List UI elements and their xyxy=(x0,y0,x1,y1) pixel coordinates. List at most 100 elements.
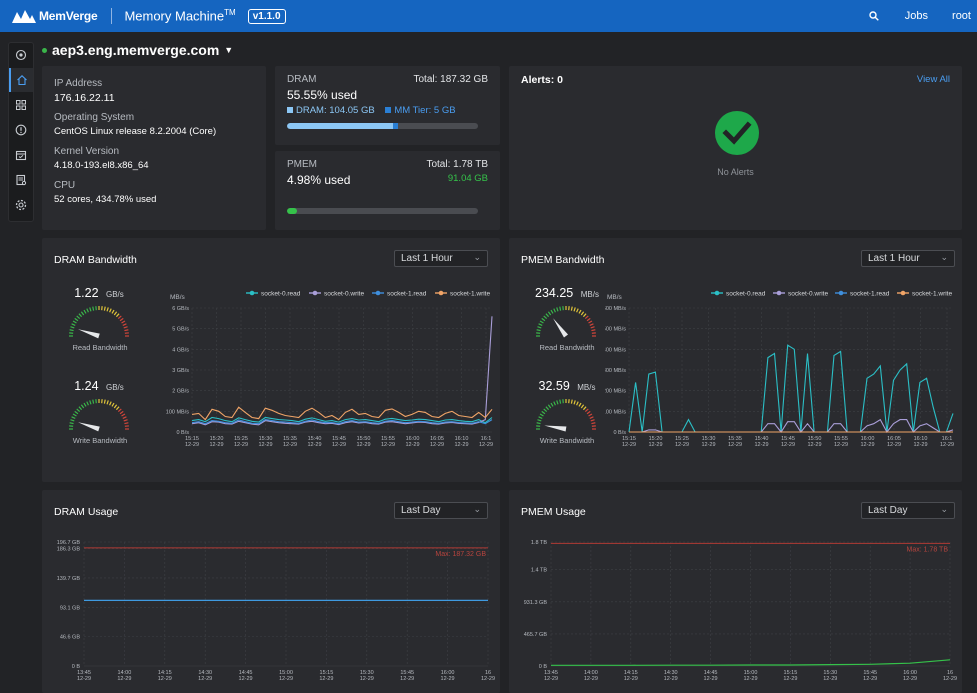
x-tick-date: 12-29 xyxy=(544,676,558,682)
gauge-tick xyxy=(74,317,79,322)
dram-legend: DRAM: 104.05 GB MM Tier: 5 GB xyxy=(287,105,456,116)
x-tick-date: 12-29 xyxy=(234,442,248,448)
x-tick-date: 12-29 xyxy=(441,676,455,682)
jobs-link[interactable]: Jobs xyxy=(905,10,928,22)
gauge-tick xyxy=(122,323,127,326)
gauge-tick xyxy=(536,422,541,425)
x-tick-date: 12-29 xyxy=(648,442,662,448)
gauge-tick xyxy=(545,406,550,411)
x-tick-date: 12-29 xyxy=(332,442,346,448)
gauge-tick xyxy=(70,326,75,329)
calendar-icon[interactable] xyxy=(9,143,33,167)
host-status-dot xyxy=(42,47,47,53)
dram-read-value: 1.22 xyxy=(74,286,99,300)
legend-marker xyxy=(714,290,720,296)
pmem-bandwidth-title: PMEM Bandwidth xyxy=(521,254,605,266)
dram-bandwidth-range-select[interactable]: Last 1 Hour ⌄ xyxy=(394,250,488,267)
gauge-tick xyxy=(590,326,595,329)
x-tick-date: 12-29 xyxy=(624,676,638,682)
dram-usage-card: DRAM Usage Last Day ⌄ 0 B 46.6 GB 93.1 GB 13… xyxy=(42,490,500,693)
gauge-tick xyxy=(576,308,579,313)
gauge-tick xyxy=(584,315,589,320)
gauge-tick xyxy=(78,313,83,318)
x-tick-date: 12-29 xyxy=(704,676,718,682)
y-tick-label: 300 MB/s xyxy=(605,368,626,374)
pmem-usage-card: PMEM Usage Last Day ⌄ 0 B 465.7 GB 931.3 GB… xyxy=(509,490,962,693)
legend-label: socket-1.write xyxy=(450,291,490,298)
user-menu[interactable]: root xyxy=(952,10,971,22)
gauge-tick xyxy=(538,416,543,419)
x-tick-date: 12-29 xyxy=(823,676,837,682)
x-tick-date: 12-29 xyxy=(664,676,678,682)
x-tick-date: 12-29 xyxy=(834,442,848,448)
report-icon[interactable] xyxy=(9,168,33,192)
chevron-down-icon: ⌄ xyxy=(940,252,948,262)
gauge-needle xyxy=(553,318,569,338)
gauge-tick xyxy=(121,413,126,417)
x-tick-date: 12-29 xyxy=(400,676,414,682)
view-all-link[interactable]: View All xyxy=(917,74,950,85)
x-tick-date: 12-29 xyxy=(405,442,419,448)
gauge-tick xyxy=(550,309,554,314)
legend-marker xyxy=(900,290,906,296)
dram-legend-swatch xyxy=(287,107,293,114)
y-tick-label: 100 MB/s xyxy=(605,409,626,415)
x-tick-date: 12-29 xyxy=(913,442,927,448)
gauge-tick xyxy=(580,311,585,316)
gauge-tick xyxy=(83,309,87,314)
x-tick-date: 12-29 xyxy=(454,442,468,448)
gauge-tick xyxy=(106,400,109,405)
legend-label: socket-0.read xyxy=(261,291,301,298)
x-tick-date: 12-29 xyxy=(584,676,598,682)
gauge-needle xyxy=(78,329,100,339)
gauge-tick xyxy=(556,307,559,312)
x-tick-date: 12-29 xyxy=(319,676,333,682)
series-line-socket-0.write xyxy=(629,418,954,433)
gauge-tick xyxy=(103,306,106,311)
gauge-tick xyxy=(117,315,122,320)
cluster-icon[interactable] xyxy=(9,43,33,67)
chevron-down-icon[interactable]: ▼ xyxy=(224,45,233,55)
gauge-tick xyxy=(111,309,115,314)
cpu-value: 52 cores, 434.78% used xyxy=(54,194,157,205)
host-selector[interactable]: aep3.eng.memverge.com ▼ xyxy=(42,42,233,58)
pmem-bandwidth-chart: socket-0.read socket-0.write socket-1.read… xyxy=(605,290,954,449)
x-tick-date: 12-29 xyxy=(863,676,877,682)
gauge-tick xyxy=(536,329,541,332)
chevron-down-icon: ⌄ xyxy=(473,504,481,514)
alert-icon[interactable] xyxy=(9,118,33,142)
y-tick-label: 500 MB/s xyxy=(605,327,626,333)
grid-icon[interactable] xyxy=(9,93,33,117)
series-line-socket-0.write xyxy=(191,316,493,426)
memverge-logo[interactable]: MemVerge xyxy=(12,9,98,23)
gauge-tick xyxy=(72,320,77,324)
pmem-read-unit: MB/s xyxy=(580,290,599,299)
x-tick-date: 12-29 xyxy=(430,442,444,448)
kernel-label: Kernel Version xyxy=(54,146,120,157)
pmem-bandwidth-range-select[interactable]: Last 1 Hour ⌄ xyxy=(861,250,955,267)
gauge-tick xyxy=(547,404,552,409)
dram-usage-range-select[interactable]: Last Day ⌄ xyxy=(394,502,488,519)
dram-write-unit: GB/s xyxy=(106,383,124,392)
y-tick-label: 46.6 GB xyxy=(60,635,81,641)
dram-legend-label: DRAM: 104.05 GB xyxy=(296,105,375,116)
gear-icon[interactable] xyxy=(9,193,33,217)
sidebar xyxy=(8,42,34,222)
search-icon[interactable] xyxy=(869,11,879,21)
product-name: Memory MachineTM xyxy=(124,8,236,24)
x-tick-date: 12-29 xyxy=(728,442,742,448)
legend-label: socket-1.read xyxy=(387,291,427,298)
pmem-usage-range-select[interactable]: Last Day ⌄ xyxy=(861,502,955,519)
gauge-tick xyxy=(121,320,126,324)
home-icon[interactable] xyxy=(9,68,33,92)
x-tick-date: 12-29 xyxy=(754,442,768,448)
y-tick-label: 931.3 GB xyxy=(524,600,548,606)
gauge-tick xyxy=(71,416,76,419)
series-line-socket-1.write xyxy=(191,406,493,421)
host-name: aep3.eng.memverge.com xyxy=(52,42,220,58)
gauge-tick xyxy=(553,401,556,406)
cpu-label: CPU xyxy=(54,180,76,191)
legend-marker xyxy=(312,290,318,296)
checkmark-icon xyxy=(715,111,759,155)
x-tick-date: 12-29 xyxy=(198,676,212,682)
